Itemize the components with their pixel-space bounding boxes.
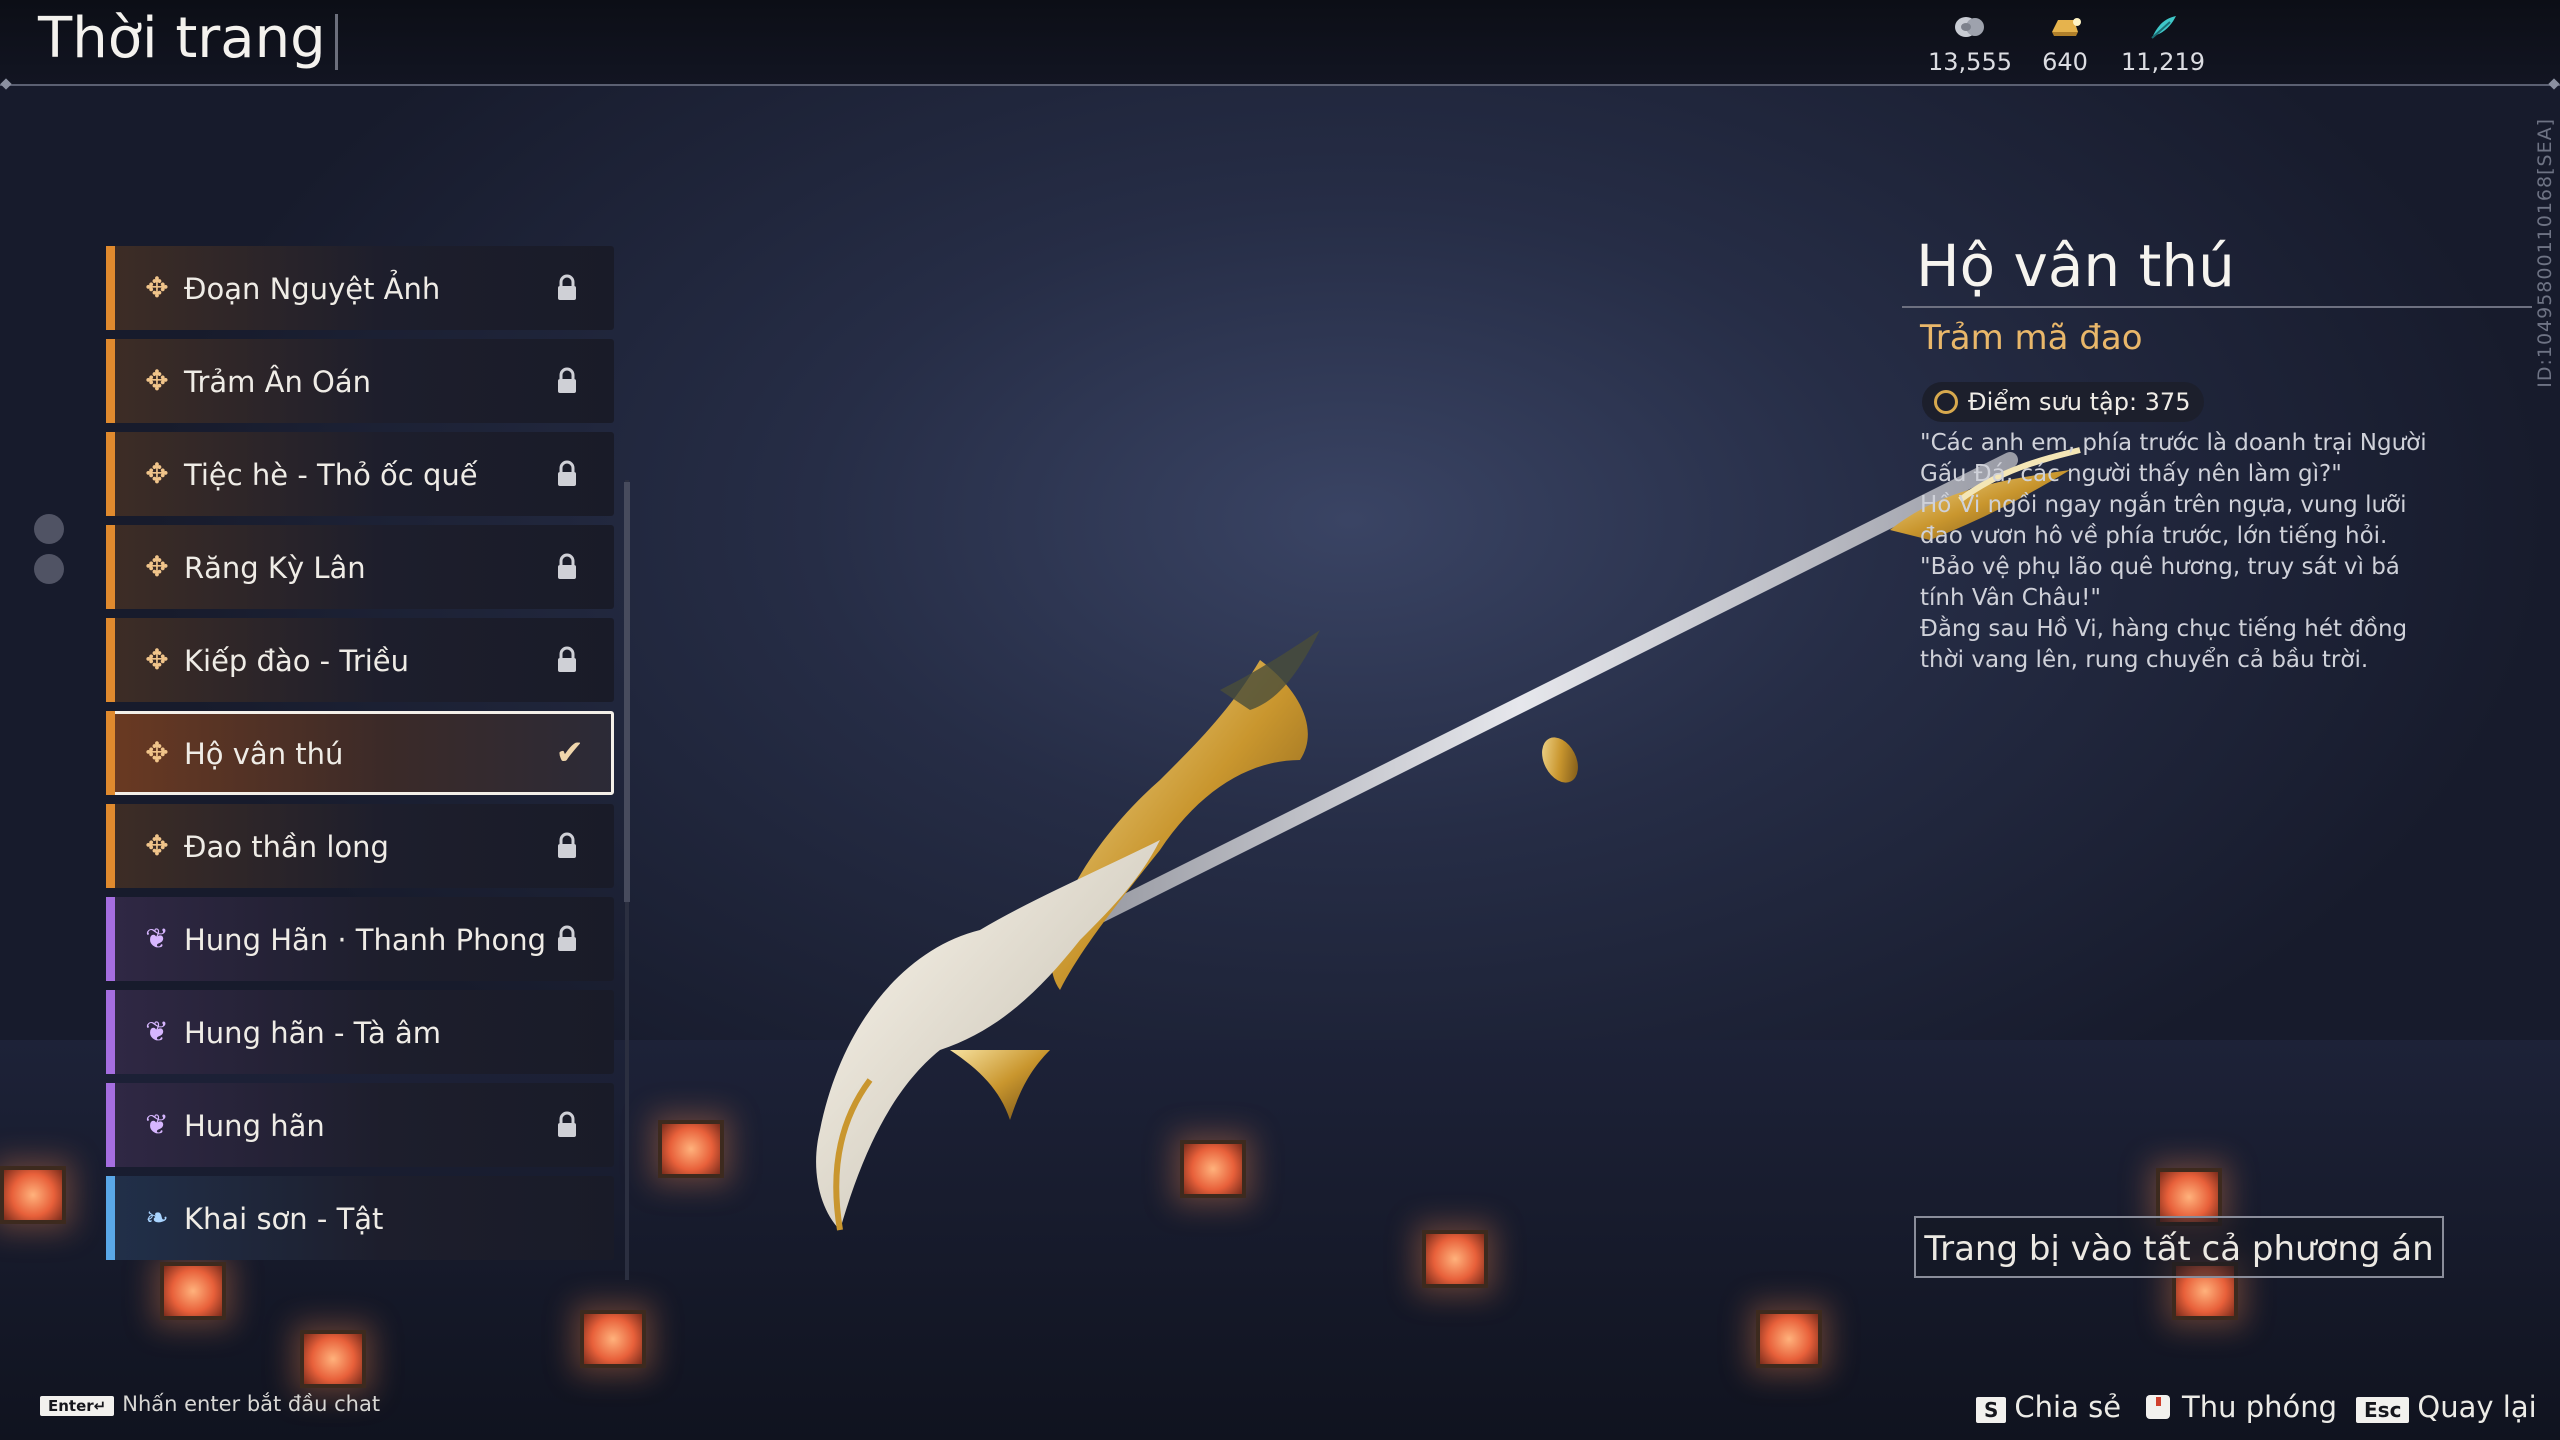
rarity-bar (106, 990, 115, 1074)
skin-name: Hộ vân thú (184, 737, 344, 771)
header-divider (0, 84, 2560, 86)
skin-item[interactable]: ✥ Kiếp đào - Triều (106, 618, 614, 702)
rarity-orange-icon: ✥ (145, 271, 169, 304)
page-title: Thời trang (38, 6, 326, 71)
share-label: Chia sẻ (2014, 1390, 2122, 1424)
rarity-orange-icon: ✥ (145, 457, 169, 490)
lock-icon (558, 925, 576, 951)
rarity-orange-icon: ✥ (145, 550, 169, 583)
lock-icon (558, 367, 576, 393)
floating-lantern (0, 1166, 66, 1224)
floating-lantern (300, 1330, 366, 1388)
lock-icon (558, 646, 576, 672)
skin-item[interactable]: ✥ Đoạn Nguyệt Ảnh (106, 246, 614, 330)
skin-name: Hung hãn (184, 1109, 325, 1143)
skin-name: Đao thần long (184, 830, 389, 864)
rarity-orange-icon: ✥ (145, 829, 169, 862)
collection-points-badge: Điểm sưu tập: 375 (1922, 382, 2205, 422)
feather-icon (2151, 16, 2176, 39)
rarity-purple-icon: ❦ (145, 922, 169, 955)
skin-item[interactable]: ❦ Hung hãn - Tà âm (106, 990, 614, 1074)
rarity-purple-icon: ❦ (145, 1015, 169, 1048)
floating-lantern (658, 1120, 724, 1178)
collection-points-label: Điểm sưu tập: 375 (1968, 388, 2191, 416)
title-underline (1902, 306, 2532, 308)
skin-item-selected[interactable]: ✥ Hộ vân thú ✔ (106, 711, 614, 795)
back-button[interactable]: Esc Quay lại (2356, 1390, 2537, 1424)
rarity-bar (106, 339, 115, 423)
friend-avatar[interactable] (34, 514, 64, 544)
skin-list: ✥ Đoạn Nguyệt Ảnh ✥ Trảm Ân Oán ✥ Tiệc h… (106, 246, 614, 1269)
lock-icon (558, 832, 576, 858)
skin-name: Khai sơn - Tật (184, 1202, 384, 1236)
s-key-icon: S (1976, 1397, 2007, 1423)
back-label: Quay lại (2417, 1390, 2537, 1424)
skin-name: Đoạn Nguyệt Ảnh (184, 272, 441, 306)
skin-item[interactable]: ✥ Răng Kỳ Lân (106, 525, 614, 609)
lock-icon (558, 274, 576, 300)
list-scroll-thumb[interactable] (624, 482, 630, 902)
skin-name: Trảm Ân Oán (184, 365, 372, 399)
lock-icon (558, 1111, 576, 1137)
zoom-label: Thu phóng (2182, 1390, 2338, 1424)
rarity-orange-icon: ✥ (145, 364, 169, 397)
floating-lantern (160, 1262, 226, 1320)
rarity-bar (106, 1083, 115, 1167)
check-icon: ✔ (555, 733, 585, 773)
skin-name: Hung hãn - Tà âm (184, 1016, 441, 1050)
skin-name: Kiếp đào - Triều (184, 644, 410, 678)
skin-name: Hung Hãn · Thanh Phong (184, 923, 547, 957)
rarity-bar (106, 711, 115, 795)
rarity-orange-icon: ✥ (145, 643, 169, 676)
chat-hint-label: Nhấn enter bắt đầu chat (122, 1392, 381, 1416)
floating-lantern (580, 1310, 646, 1368)
rarity-purple-icon: ❦ (145, 1108, 169, 1141)
rarity-bar (106, 897, 115, 981)
currency-value: 13,555 (1928, 48, 2012, 76)
currency-silver[interactable]: 13,555 (1915, 14, 2025, 76)
rarity-bar (106, 1176, 115, 1260)
rarity-orange-icon: ✥ (145, 736, 169, 769)
server-id: ID:10495800110168[SEA] (2534, 118, 2556, 388)
currency-value: 11,219 (2121, 48, 2205, 76)
description-line: "Bảo vệ phụ lão quê hương, truy sát vì b… (1920, 554, 2400, 611)
gold-ingot-icon (2052, 18, 2081, 36)
zoom-button[interactable]: Thu phóng (2140, 1390, 2337, 1424)
currency-value: 640 (2042, 48, 2088, 76)
equip-all-button[interactable]: Trang bị vào tất cả phương án (1914, 1216, 2444, 1278)
description-line: "Các anh em, phía trước là doanh trại Ng… (1920, 430, 2427, 487)
skin-item[interactable]: ❧ Khai sơn - Tật (106, 1176, 614, 1260)
weapon-type: Trảm mã đao (1920, 318, 2143, 358)
share-button[interactable]: S Chia sẻ (1976, 1390, 2121, 1424)
skin-item[interactable]: ✥ Tiệc hè - Thỏ ốc quế (106, 432, 614, 516)
esc-key-icon: Esc (2356, 1397, 2410, 1423)
silver-coin-icon (1955, 17, 1984, 37)
currency-feather[interactable]: 11,219 (2108, 14, 2218, 76)
lock-icon (558, 553, 576, 579)
skin-item[interactable]: ❦ Hung hãn (106, 1083, 614, 1167)
lock-icon (558, 460, 576, 486)
chat-hint[interactable]: Enter↵ Nhấn enter bắt đầu chat (40, 1392, 380, 1416)
rarity-bar (106, 432, 115, 516)
skin-item[interactable]: ✥ Trảm Ân Oán (106, 339, 614, 423)
mouse-icon (2146, 1395, 2170, 1419)
friend-avatar[interactable] (34, 554, 64, 584)
collection-points-icon (1934, 390, 1958, 414)
skin-name: Tiệc hè - Thỏ ốc quế (184, 458, 478, 492)
description-line: Hồ Vi ngồi ngay ngắn trên ngựa, vung lưỡ… (1920, 492, 2407, 549)
skin-item[interactable]: ✥ Đao thần long (106, 804, 614, 888)
currency-gold[interactable]: 640 (2010, 14, 2120, 76)
enter-key-icon: Enter↵ (40, 1396, 115, 1416)
skin-item[interactable]: ❦ Hung Hãn · Thanh Phong (106, 897, 614, 981)
rarity-bar (106, 525, 115, 609)
rarity-blue-icon: ❧ (145, 1201, 169, 1234)
rarity-bar (106, 246, 115, 330)
title-separator (335, 14, 338, 70)
rarity-bar (106, 804, 115, 888)
description-line: Đằng sau Hồ Vi, hàng chục tiếng hét đồng… (1920, 616, 2408, 673)
skin-description: "Các anh em, phía trước là doanh trại Ng… (1920, 428, 2440, 676)
skin-title: Hộ vân thú (1916, 232, 2235, 300)
rarity-bar (106, 618, 115, 702)
skin-name: Răng Kỳ Lân (184, 551, 366, 585)
